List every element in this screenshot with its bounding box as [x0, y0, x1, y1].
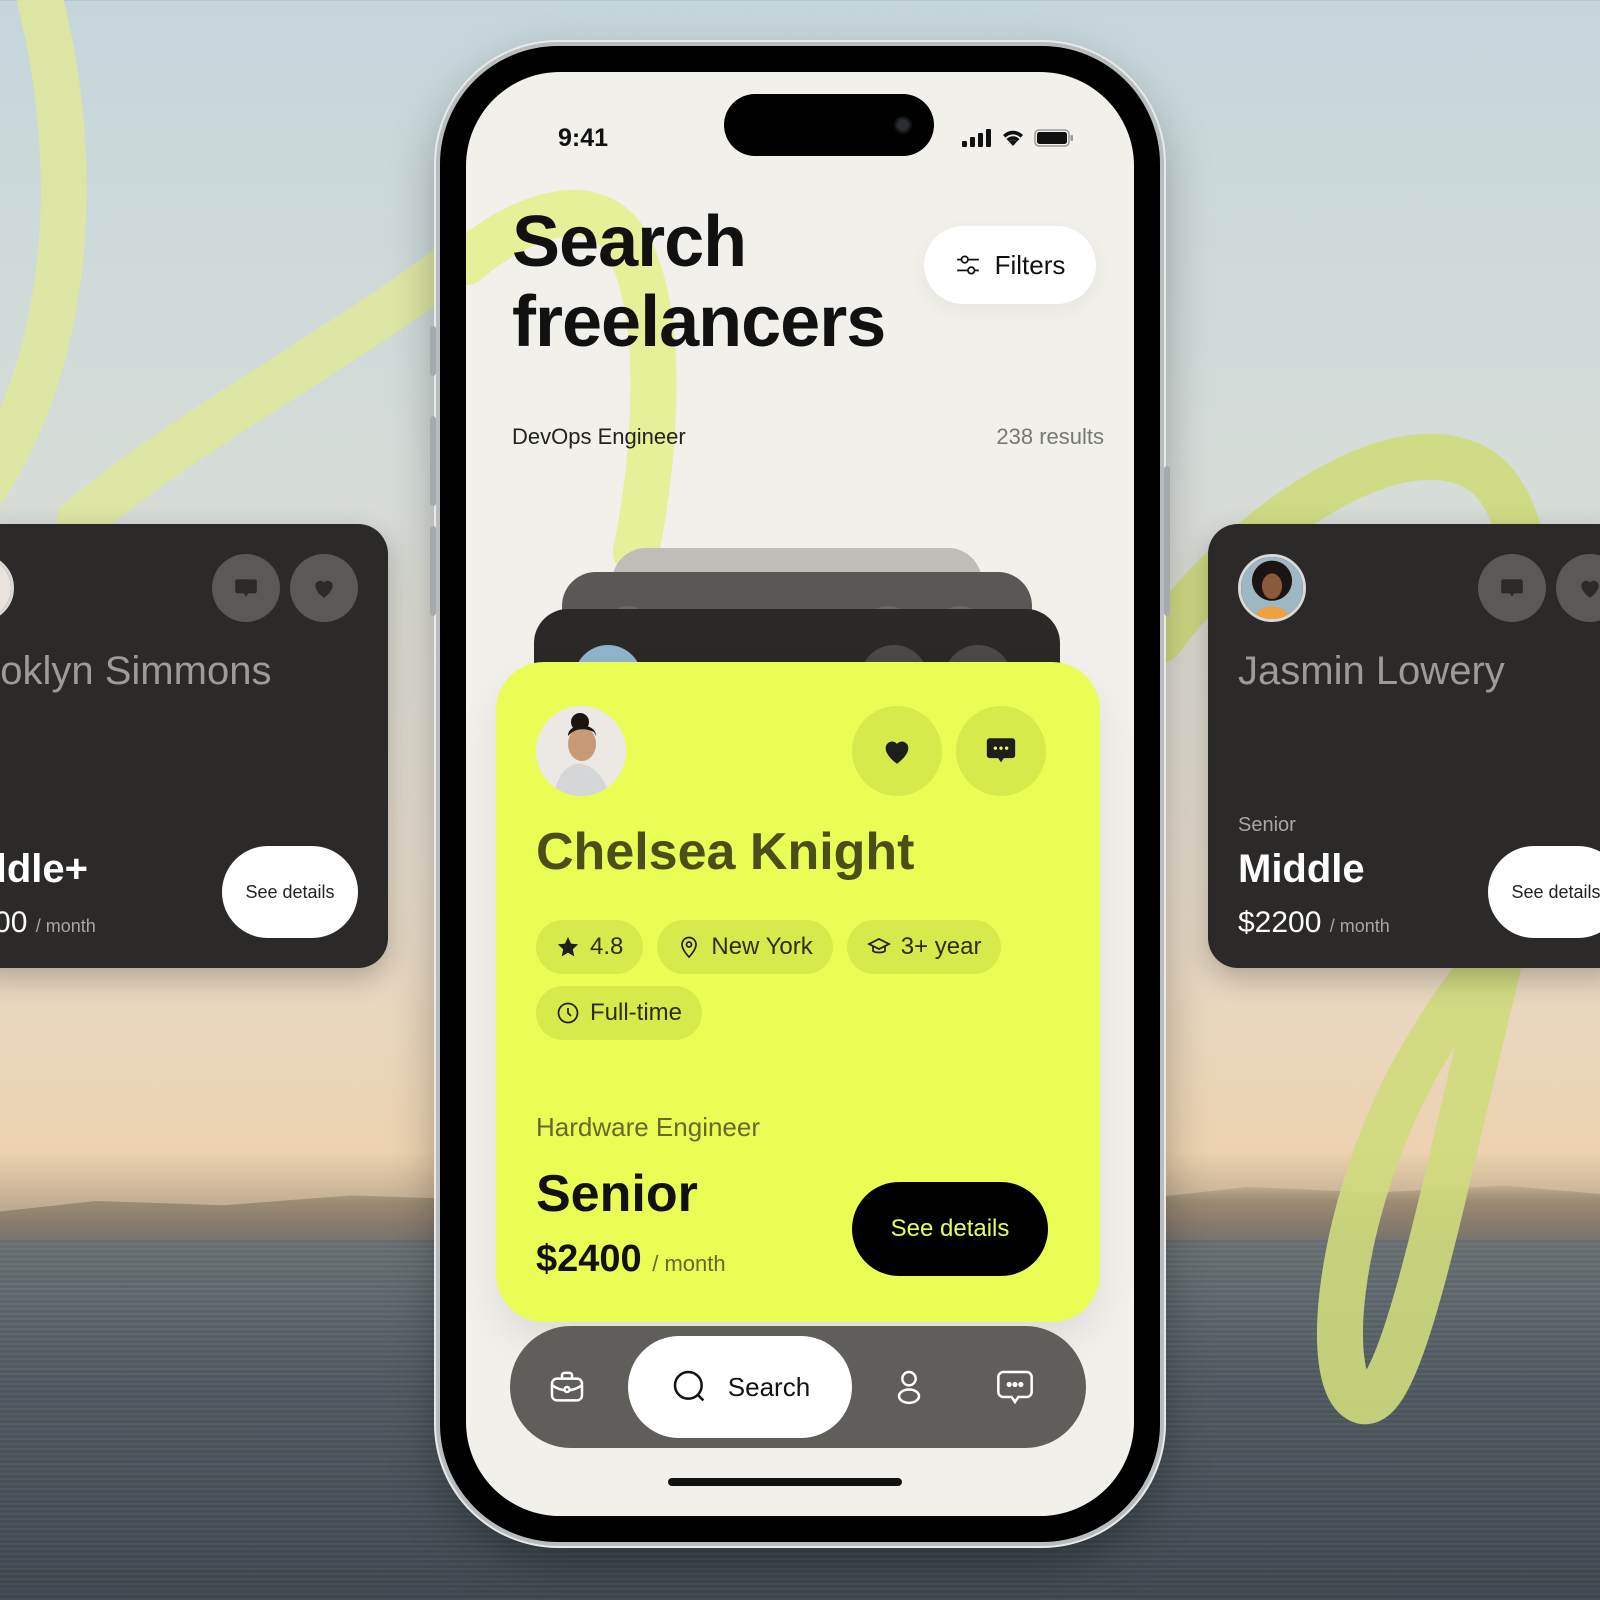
camera-icon	[894, 116, 912, 134]
title-line-1: Search	[512, 202, 747, 282]
tag-schedule: Full-time	[536, 986, 703, 1040]
price-value: $2000	[0, 906, 28, 939]
chat-button[interactable]	[1478, 554, 1546, 622]
chat-icon	[986, 738, 1016, 763]
phone-frame: 9:41 Search freelancers Filters DevOps E…	[430, 46, 1170, 1542]
volume-down-button	[430, 526, 436, 616]
star-icon	[557, 937, 579, 957]
location-pin-icon	[681, 936, 698, 959]
action-button	[430, 326, 436, 376]
filters-button[interactable]: Filters	[924, 226, 1096, 304]
price: $2400 / month	[536, 1238, 726, 1281]
status-time: 9:41	[558, 124, 609, 152]
results-count: 238 results	[996, 424, 1104, 449]
freelancer-name: Jasmin Lowery	[1238, 649, 1505, 693]
freelancer-name: Chelsea Knight	[536, 823, 915, 881]
tab-bar: Search	[510, 1326, 1086, 1448]
heart-icon	[885, 741, 909, 764]
briefcase-icon	[550, 1371, 584, 1402]
favorite-button[interactable]	[852, 706, 942, 796]
graduation-cap-icon	[866, 938, 891, 954]
tag-experience: 3+ year	[846, 920, 1002, 974]
level: Senior	[536, 1165, 698, 1223]
dynamic-island	[724, 94, 934, 156]
title-line-2: freelancers	[512, 282, 886, 362]
freelancer-card-right[interactable]: Jasmin Lowery Senior Middle $2200 / mont…	[1208, 524, 1600, 968]
tag-location: New York	[657, 920, 833, 974]
chat-button[interactable]	[212, 554, 280, 622]
price-unit: / month	[1329, 916, 1390, 936]
chat-icon	[997, 1370, 1033, 1405]
search-query: DevOps Engineer	[512, 424, 686, 449]
tag-label: 3+ year	[900, 933, 982, 960]
tag-label: Full-time	[590, 999, 683, 1026]
signal-icon	[962, 129, 991, 147]
avatar	[1238, 554, 1306, 622]
avatar	[0, 554, 14, 622]
page-title: Search freelancers	[512, 202, 886, 362]
tab-jobs[interactable]	[544, 1364, 590, 1410]
level-subtitle: Senior	[1238, 814, 1296, 836]
wifi-icon	[1003, 130, 1023, 146]
tab-profile[interactable]	[886, 1364, 932, 1410]
tag-list: 4.8 New York 3+ year Full-time	[536, 920, 1056, 1040]
clock-icon	[557, 1002, 579, 1024]
heart-icon	[315, 580, 333, 598]
volume-up-button	[430, 416, 436, 506]
avatar	[536, 706, 626, 796]
see-details-button[interactable]: See details	[222, 846, 358, 938]
tag-rating: 4.8	[536, 920, 644, 974]
price-value: $2400	[536, 1238, 642, 1280]
app-screen: 9:41 Search freelancers Filters DevOps E…	[466, 72, 1134, 1516]
tab-messages[interactable]	[992, 1364, 1038, 1410]
price: $2200 / month	[1238, 906, 1390, 940]
price-value: $2200	[1238, 906, 1322, 939]
profile-icon	[897, 1370, 921, 1405]
price-unit: / month	[35, 916, 96, 936]
price-unit: / month	[652, 1251, 726, 1276]
chat-button[interactable]	[956, 706, 1046, 796]
freelancer-card-left[interactable]: Brooklyn Simmons Junior Middle+ $2000 / …	[0, 524, 388, 968]
tag-label: New York	[711, 933, 813, 960]
chat-icon	[235, 579, 257, 597]
power-button	[1164, 466, 1170, 616]
tab-search[interactable]: Search	[628, 1336, 852, 1438]
search-icon	[673, 1370, 705, 1402]
level: Middle	[1238, 847, 1365, 891]
filters-label: Filters	[994, 249, 1066, 280]
tab-label: Search	[727, 1371, 811, 1402]
see-details-button[interactable]: See details	[852, 1182, 1048, 1276]
chat-icon	[1501, 579, 1523, 597]
sliders-icon	[956, 255, 979, 275]
status-icons	[962, 128, 1074, 148]
level: Middle+	[0, 847, 89, 891]
price: $2000 / month	[0, 906, 96, 940]
freelancer-card-main[interactable]: Chelsea Knight 4.8 New York 3+ year Full…	[496, 662, 1100, 1322]
heart-icon	[1581, 580, 1599, 598]
battery-icon	[1034, 129, 1073, 147]
home-indicator[interactable]	[668, 1478, 902, 1486]
favorite-button[interactable]	[1556, 554, 1600, 622]
freelancer-name: Brooklyn Simmons	[0, 649, 272, 693]
job-role: Hardware Engineer	[536, 1112, 761, 1142]
see-details-button[interactable]: See details	[1488, 846, 1600, 938]
tag-label: 4.8	[590, 933, 624, 960]
favorite-button[interactable]	[290, 554, 358, 622]
